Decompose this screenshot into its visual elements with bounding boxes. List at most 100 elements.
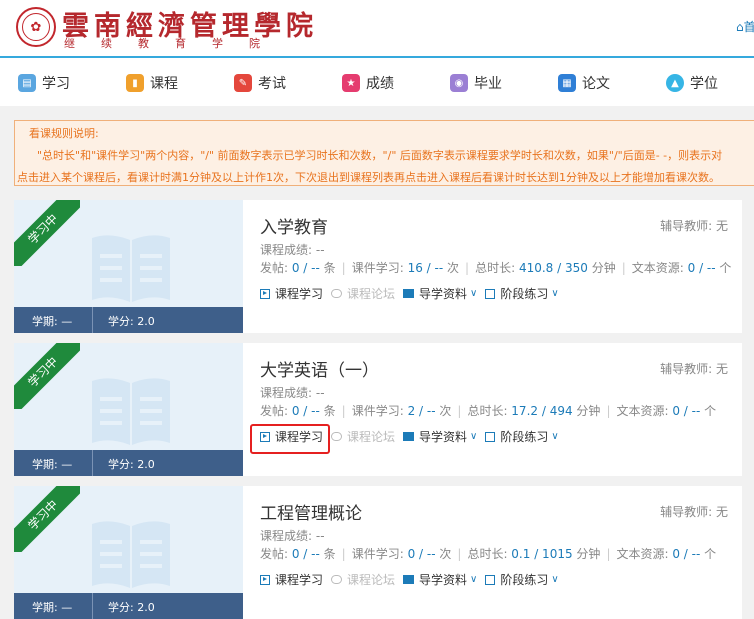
course-study-link[interactable]: 课程学习	[260, 571, 323, 588]
guide-materials-dropdown[interactable]: 导学资料 ∨	[403, 285, 477, 302]
guide-materials-dropdown[interactable]: 导学资料 ∨	[403, 428, 477, 445]
course-stats: 发帖: 0 / -- 条 | 课件学习: 0 / -- 次 | 总时长: 0.1 / 1…	[260, 547, 717, 561]
nav-item-course[interactable]: ▮ 课程	[126, 73, 178, 93]
edit-icon	[485, 288, 496, 299]
coursework-value: 16 / --	[407, 261, 444, 275]
course-links: 课程学习 课程论坛 导学资料 ∨ 阶段练习 ∨	[260, 571, 567, 588]
stage-practice-dropdown[interactable]: 阶段练习 ∨	[485, 285, 559, 302]
text-value: 0 / --	[687, 261, 716, 275]
status-ribbon: 学习中	[14, 200, 80, 266]
chevron-down-icon: ∨	[470, 574, 478, 585]
home-icon: ⌂	[736, 20, 744, 34]
thumb-divider	[92, 593, 93, 619]
status-ribbon: 学习中	[14, 343, 80, 409]
coursework-value: 2 / --	[407, 404, 436, 418]
viewing-rules-notice: 看课规则说明: "总时长"和"课件学习"两个内容，"/" 前面数字表示已学习时长…	[14, 120, 754, 186]
main-nav: ▤ 学习 ▮ 课程 ✎ 考试 ★ 成绩 ◉ 毕业 ▦ 论文 ▲ 学位	[0, 58, 754, 106]
course-forum-link: 课程论坛	[331, 285, 395, 302]
chevron-down-icon: ∨	[470, 431, 478, 442]
nav-item-graduate[interactable]: ◉ 毕业	[450, 73, 502, 93]
notice-line-2: 点击进入某个课程后，看课计时满1分钟及以上计作1次，下次退出到课程列表再点击进入…	[17, 171, 720, 184]
course-title[interactable]: 工程管理概论	[260, 499, 362, 524]
course-links: 课程学习 课程论坛 导学资料 ∨ 阶段练习 ∨	[260, 285, 567, 302]
forum-icon	[331, 432, 343, 441]
course-study-link[interactable]: 课程学习	[260, 285, 323, 302]
semester-label: 学期: —	[32, 601, 73, 614]
course-stats: 发帖: 0 / -- 条 | 课件学习: 2 / -- 次 | 总时长: 17.2 / …	[260, 404, 717, 418]
highlight-box	[250, 424, 330, 454]
thumb-info-bar: 学期: — 学分: 2.0	[14, 450, 243, 476]
course-grade: 课程成绩: --	[260, 243, 325, 257]
score-icon: ★	[342, 74, 360, 92]
course-title[interactable]: 大学英语（一）	[260, 356, 379, 381]
course-icon: ▮	[126, 74, 144, 92]
chevron-down-icon: ∨	[551, 574, 559, 585]
course-thumbnail[interactable]: 学习中 学期: — 学分: 2.0	[14, 486, 243, 619]
course-card: 学习中 学期: — 学分: 2.0 工程管理概论 辅导教师: 无 课程成绩: -…	[14, 486, 742, 619]
graduate-icon: ◉	[450, 74, 468, 92]
chevron-down-icon: ∨	[551, 431, 559, 442]
course-grade: 课程成绩: --	[260, 386, 325, 400]
course-forum-link: 课程论坛	[331, 571, 395, 588]
course-thumbnail[interactable]: 学习中 学期: — 学分: 2.0	[14, 200, 243, 333]
credit-label: 学分: 2.0	[108, 601, 155, 614]
posts-value: 0 / --	[291, 547, 320, 561]
site-header: ✿ 雲南經濟管理學院 继续教育学院 ⌂首	[0, 0, 754, 56]
duration-value: 0.1 / 1015	[511, 547, 573, 561]
notice-title: 看课规则说明:	[29, 127, 99, 140]
status-ribbon-label: 学习中	[14, 486, 80, 552]
course-thumbnail[interactable]: 学习中 学期: — 学分: 2.0	[14, 343, 243, 476]
stage-practice-dropdown[interactable]: 阶段练习 ∨	[485, 571, 559, 588]
study-icon: ▤	[18, 74, 36, 92]
posts-value: 0 / --	[291, 404, 320, 418]
posts-value: 0 / --	[291, 261, 320, 275]
school-subtitle: 继续教育学院	[64, 37, 286, 50]
paper-icon: ▦	[558, 74, 576, 92]
course-forum-link: 课程论坛	[331, 428, 395, 445]
duration-value: 410.8 / 350	[518, 261, 588, 275]
tutor-info: 辅导教师: 无	[660, 219, 728, 233]
play-icon	[260, 288, 270, 299]
course-card: 学习中 学期: — 学分: 2.0 大学英语（一） 辅导教师: 无 课程成绩: …	[14, 343, 742, 476]
course-stats: 发帖: 0 / -- 条 | 课件学习: 16 / -- 次 | 总时长: 410.8 …	[260, 261, 732, 275]
text-value: 0 / --	[672, 547, 701, 561]
thumb-divider	[92, 307, 93, 333]
forum-icon	[331, 575, 343, 584]
tutor-info: 辅导教师: 无	[660, 362, 728, 376]
book-icon	[92, 378, 170, 445]
guide-materials-dropdown[interactable]: 导学资料 ∨	[403, 571, 477, 588]
credit-label: 学分: 2.0	[108, 315, 155, 328]
book-icon	[92, 521, 170, 588]
course-card: 学习中 学期: — 学分: 2.0 入学教育 辅导教师: 无 课程成绩: -- …	[14, 200, 742, 333]
nav-item-degree[interactable]: ▲ 学位	[666, 73, 718, 93]
edit-icon	[485, 431, 496, 442]
chevron-down-icon: ∨	[551, 288, 559, 299]
school-seal-icon: ✿	[16, 7, 56, 47]
home-link[interactable]: ⌂首	[736, 18, 754, 35]
degree-icon: ▲	[666, 74, 684, 92]
play-icon	[260, 574, 270, 585]
thumb-info-bar: 学期: — 学分: 2.0	[14, 593, 243, 619]
thumb-info-bar: 学期: — 学分: 2.0	[14, 307, 243, 333]
chevron-down-icon: ∨	[470, 288, 478, 299]
exam-icon: ✎	[234, 74, 252, 92]
stage-practice-dropdown[interactable]: 阶段练习 ∨	[485, 428, 559, 445]
edit-icon	[485, 574, 496, 585]
tutor-info: 辅导教师: 无	[660, 505, 728, 519]
semester-label: 学期: —	[32, 458, 73, 471]
nav-item-paper[interactable]: ▦ 论文	[558, 73, 610, 93]
credit-label: 学分: 2.0	[108, 458, 155, 471]
book-icon	[92, 235, 170, 302]
document-icon	[403, 432, 415, 441]
nav-item-study[interactable]: ▤ 学习	[18, 73, 70, 93]
semester-label: 学期: —	[32, 315, 73, 328]
status-ribbon-label: 学习中	[14, 343, 80, 409]
nav-item-exam[interactable]: ✎ 考试	[234, 73, 286, 93]
status-ribbon: 学习中	[14, 486, 80, 552]
thumb-divider	[92, 450, 93, 476]
document-icon	[403, 575, 415, 584]
forum-icon	[331, 289, 343, 298]
coursework-value: 0 / --	[407, 547, 436, 561]
course-title[interactable]: 入学教育	[260, 213, 328, 238]
nav-item-score[interactable]: ★ 成绩	[342, 73, 394, 93]
